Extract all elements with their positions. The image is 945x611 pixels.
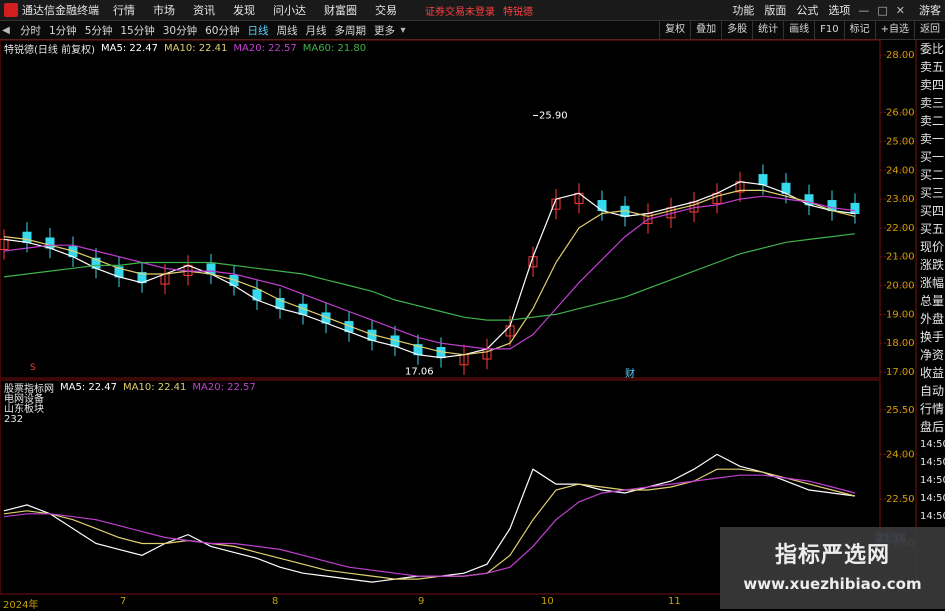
candle-body <box>758 174 768 186</box>
watermark-url: www.xuezhibiao.com <box>743 575 922 593</box>
legend-ma20: MA20: 22.57 <box>233 42 297 54</box>
quote-field: 卖四 <box>920 78 945 92</box>
price-tick-label: 23.00 <box>886 194 915 205</box>
indicator-notes: 电网设备 山东板块 232 <box>4 395 44 425</box>
quote-field: 卖三 <box>920 96 945 110</box>
quote-field: 14:50 <box>920 457 945 468</box>
price-tick-label: 24.00 <box>886 165 915 176</box>
watermark-title: 指标严选网 <box>774 543 890 568</box>
date-sep: 9 <box>418 596 425 607</box>
quote-field: 买三 <box>920 186 945 200</box>
price-tick-label: 18.00 <box>886 338 915 349</box>
quote-field: 14:50 <box>920 439 945 450</box>
low-price-label: 17.06 <box>405 366 434 377</box>
price-tick-label: 26.00 <box>886 108 915 119</box>
quote-field: 盘后 <box>920 420 945 434</box>
price-tick-label: 19.00 <box>886 309 915 320</box>
quote-field: 委比 <box>920 42 945 56</box>
price-ma5-line <box>3 181 856 359</box>
legend-ma60: MA60: 21.80 <box>302 42 367 54</box>
price-tick-label: 17.00 <box>886 367 915 378</box>
indicator-legend: 股票指标网 MA5: 22.47 MA10: 22.41 MA20: 22.57 <box>4 380 262 395</box>
date-jul: 7 <box>120 596 127 607</box>
candle-body <box>22 231 32 243</box>
quote-field: 14:50 <box>920 493 945 504</box>
price-tick-label: 20.00 <box>886 281 915 292</box>
indicator-ma20: MA20: 22.57 <box>192 382 256 393</box>
stock-chart-title: 特锐德(日线 前复权) <box>4 44 95 56</box>
price-ma10-line <box>3 189 856 356</box>
legend-ma5: MA5: 22.47 <box>100 42 158 54</box>
price-ma20-line <box>3 195 856 350</box>
indicator-ma10: MA10: 22.41 <box>123 382 187 393</box>
quote-field: 买一 <box>920 150 945 164</box>
price-tick-label: 25.00 <box>886 136 915 147</box>
legend-ma10: MA10: 22.41 <box>164 42 228 54</box>
quote-field: 买五 <box>920 222 945 236</box>
quote-field: 净资 <box>920 348 945 362</box>
high-price-label: 25.90 <box>539 111 568 122</box>
price-panel-frame <box>0 39 881 379</box>
quote-field: 自动 <box>920 384 945 398</box>
quote-field: 收益 <box>920 366 945 380</box>
quote-field: 14:50 <box>920 475 945 486</box>
date-nov: 11 <box>668 596 681 607</box>
watermark: 指标严选网 www.xuezhibiao.com <box>720 527 945 609</box>
candle-body <box>45 237 55 249</box>
indicator-tick-label: 24.00 <box>886 449 915 460</box>
price-tick-label: 21.00 <box>886 252 915 263</box>
event-marker-finance: 财 <box>625 367 635 380</box>
price-tick-label: 28.00 <box>886 50 915 61</box>
quote-field: 涨幅 <box>920 276 945 290</box>
quote-field: 换手 <box>920 330 945 344</box>
price-tick-label: 22.00 <box>886 223 915 234</box>
quote-field: 14:50 <box>920 511 945 522</box>
event-marker-s: S <box>30 363 36 373</box>
candle-body <box>850 202 860 214</box>
date-aug: 8 <box>272 596 279 607</box>
quote-field: 涨跌 <box>920 258 945 272</box>
indicator-tick-label: 25.50 <box>886 405 915 416</box>
quote-field: 行情 <box>920 402 945 416</box>
quote-field: 卖二 <box>920 114 945 128</box>
quote-field: 外盘 <box>920 312 945 326</box>
indicator-tick-label: 22.50 <box>886 494 915 505</box>
quote-side-list: 委比卖五卖四卖三卖二卖一买一买二买三买四买五现价涨跌涨幅总量外盘换手净资收益自动… <box>918 40 945 609</box>
quote-field: 买二 <box>920 168 945 182</box>
quote-field: 卖五 <box>920 60 945 74</box>
indicator-ma5: MA5: 22.47 <box>60 382 118 393</box>
kline-chart[interactable]: 28.00 26.00 25.00 24.00 23.00 22.00 21.00 20.00… <box>0 0 945 609</box>
quote-field: 买四 <box>920 204 945 218</box>
count-note: 232 <box>4 414 24 425</box>
quote-field: 现价 <box>920 240 945 254</box>
price-ma60-line <box>3 233 856 321</box>
quote-field: 卖一 <box>920 132 945 146</box>
date-oct: 10 <box>541 596 554 607</box>
quote-field: 总量 <box>920 294 945 308</box>
indicator-title[interactable]: 股票指标网 <box>4 380 54 395</box>
price-legend: 特锐德(日线 前复权) MA5: 22.47 MA10: 22.41 MA20:… <box>4 41 372 56</box>
